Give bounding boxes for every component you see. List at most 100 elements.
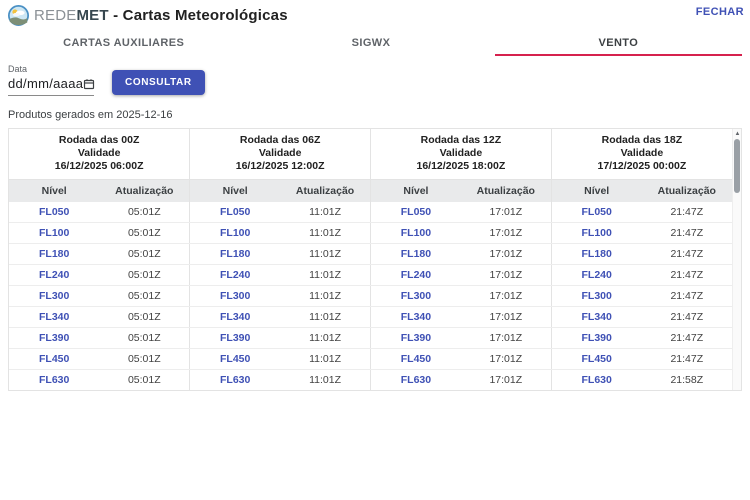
level-link[interactable]: FL300 (190, 286, 280, 307)
level-link[interactable]: FL240 (9, 265, 99, 286)
consultar-button[interactable]: CONSULTAR (112, 70, 205, 95)
level-link[interactable]: FL100 (9, 223, 99, 244)
scrollbar-thumb[interactable] (734, 139, 740, 193)
level-link[interactable]: FL300 (371, 286, 461, 307)
level-link[interactable]: FL240 (190, 265, 280, 286)
brand-met: MET (76, 7, 108, 24)
update-time: 17:01Z (461, 244, 551, 265)
update-time: 21:47Z (642, 244, 732, 265)
level-link[interactable]: FL050 (551, 202, 641, 223)
update-time: 11:01Z (280, 244, 370, 265)
update-time: 21:47Z (642, 223, 732, 244)
date-field-label: Data (8, 64, 94, 74)
update-time: 11:01Z (280, 202, 370, 223)
level-link[interactable]: FL050 (9, 202, 99, 223)
products-table-container: Rodada das 00ZValidade16/12/2025 06:00ZR… (8, 128, 742, 391)
active-tab-indicator (495, 54, 742, 56)
level-link[interactable]: FL180 (551, 244, 641, 265)
update-time: 21:47Z (642, 328, 732, 349)
level-link[interactable]: FL240 (551, 265, 641, 286)
group-header: Rodada das 00ZValidade16/12/2025 06:00Z (9, 129, 190, 180)
brand-rede: REDE (34, 7, 76, 24)
update-time: 21:47Z (642, 286, 732, 307)
level-link[interactable]: FL340 (371, 307, 461, 328)
level-link[interactable]: FL450 (190, 349, 280, 370)
col-header-atualizacao: Atualização (642, 180, 732, 203)
table-row: FL05005:01ZFL05011:01ZFL05017:01ZFL05021… (9, 202, 732, 223)
update-time: 05:01Z (99, 202, 189, 223)
level-link[interactable]: FL180 (190, 244, 280, 265)
table-row: FL39005:01ZFL39011:01ZFL39017:01ZFL39021… (9, 328, 732, 349)
vertical-scrollbar[interactable]: ▲ (732, 129, 741, 390)
level-link[interactable]: FL180 (9, 244, 99, 265)
update-time: 11:01Z (280, 286, 370, 307)
update-time: 05:01Z (99, 370, 189, 391)
table-row: FL30005:01ZFL30011:01ZFL30017:01ZFL30021… (9, 286, 732, 307)
level-link[interactable]: FL100 (551, 223, 641, 244)
level-link[interactable]: FL050 (371, 202, 461, 223)
update-time: 21:58Z (642, 370, 732, 391)
update-time: 17:01Z (461, 370, 551, 391)
tab-vento[interactable]: VENTO (495, 30, 742, 56)
level-link[interactable]: FL450 (551, 349, 641, 370)
level-link[interactable]: FL390 (551, 328, 641, 349)
column-header-row: NívelAtualizaçãoNívelAtualizaçãoNívelAtu… (9, 180, 732, 203)
level-link[interactable]: FL450 (9, 349, 99, 370)
level-link[interactable]: FL630 (190, 370, 280, 391)
level-link[interactable]: FL300 (9, 286, 99, 307)
col-header-nivel: Nível (9, 180, 99, 203)
level-link[interactable]: FL100 (371, 223, 461, 244)
app-window: REDEMET - Cartas Meteorológicas FECHAR C… (0, 0, 750, 391)
update-time: 05:01Z (99, 265, 189, 286)
level-link[interactable]: FL390 (371, 328, 461, 349)
page-title: REDEMET - Cartas Meteorológicas (34, 7, 288, 24)
calendar-icon[interactable] (83, 78, 95, 90)
table-row: FL10005:01ZFL10011:01ZFL10017:01ZFL10021… (9, 223, 732, 244)
level-link[interactable]: FL180 (371, 244, 461, 265)
title-suffix: - Cartas Meteorológicas (109, 7, 288, 24)
level-link[interactable]: FL390 (190, 328, 280, 349)
date-field[interactable]: Data dd/mm/aaaa (8, 64, 94, 96)
close-button[interactable]: FECHAR (696, 6, 744, 18)
scrollbar-up-arrow[interactable]: ▲ (733, 130, 742, 138)
tab-sigwx[interactable]: SIGWX (247, 30, 494, 56)
col-header-atualizacao: Atualização (280, 180, 370, 203)
update-time: 05:01Z (99, 286, 189, 307)
col-header-atualizacao: Atualização (461, 180, 551, 203)
level-link[interactable]: FL240 (371, 265, 461, 286)
update-time: 11:01Z (280, 370, 370, 391)
redemet-logo-icon (8, 5, 29, 26)
col-header-nivel: Nível (190, 180, 280, 203)
update-time: 11:01Z (280, 223, 370, 244)
level-link[interactable]: FL630 (9, 370, 99, 391)
level-link[interactable]: FL630 (551, 370, 641, 391)
level-link[interactable]: FL340 (9, 307, 99, 328)
group-header: Rodada das 12ZValidade16/12/2025 18:00Z (371, 129, 552, 180)
level-link[interactable]: FL450 (371, 349, 461, 370)
level-link[interactable]: FL300 (551, 286, 641, 307)
table-row: FL45005:01ZFL45011:01ZFL45017:01ZFL45021… (9, 349, 732, 370)
tab-cartas-auxiliares[interactable]: CARTAS AUXILIARES (0, 30, 247, 56)
col-header-nivel: Nível (551, 180, 641, 203)
level-link[interactable]: FL630 (371, 370, 461, 391)
products-table: Rodada das 00ZValidade16/12/2025 06:00ZR… (9, 129, 732, 390)
level-link[interactable]: FL340 (551, 307, 641, 328)
update-time: 11:01Z (280, 307, 370, 328)
update-time: 05:01Z (99, 244, 189, 265)
group-header: Rodada das 18ZValidade17/12/2025 00:00Z (551, 129, 732, 180)
update-time: 17:01Z (461, 223, 551, 244)
date-input[interactable]: dd/mm/aaaa (8, 76, 83, 91)
update-time: 21:47Z (642, 307, 732, 328)
update-time: 11:01Z (280, 265, 370, 286)
group-header-row: Rodada das 00ZValidade16/12/2025 06:00ZR… (9, 129, 732, 180)
level-link[interactable]: FL050 (190, 202, 280, 223)
update-time: 17:01Z (461, 307, 551, 328)
level-link[interactable]: FL340 (190, 307, 280, 328)
query-controls: Data dd/mm/aaaa CONSULTAR (8, 64, 750, 96)
level-link[interactable]: FL100 (190, 223, 280, 244)
header: REDEMET - Cartas Meteorológicas FECHAR (0, 0, 750, 30)
level-link[interactable]: FL390 (9, 328, 99, 349)
table-row: FL63005:01ZFL63011:01ZFL63017:01ZFL63021… (9, 370, 732, 391)
tab-bar: CARTAS AUXILIARES SIGWX VENTO (0, 30, 742, 56)
group-header: Rodada das 06ZValidade16/12/2025 12:00Z (190, 129, 371, 180)
